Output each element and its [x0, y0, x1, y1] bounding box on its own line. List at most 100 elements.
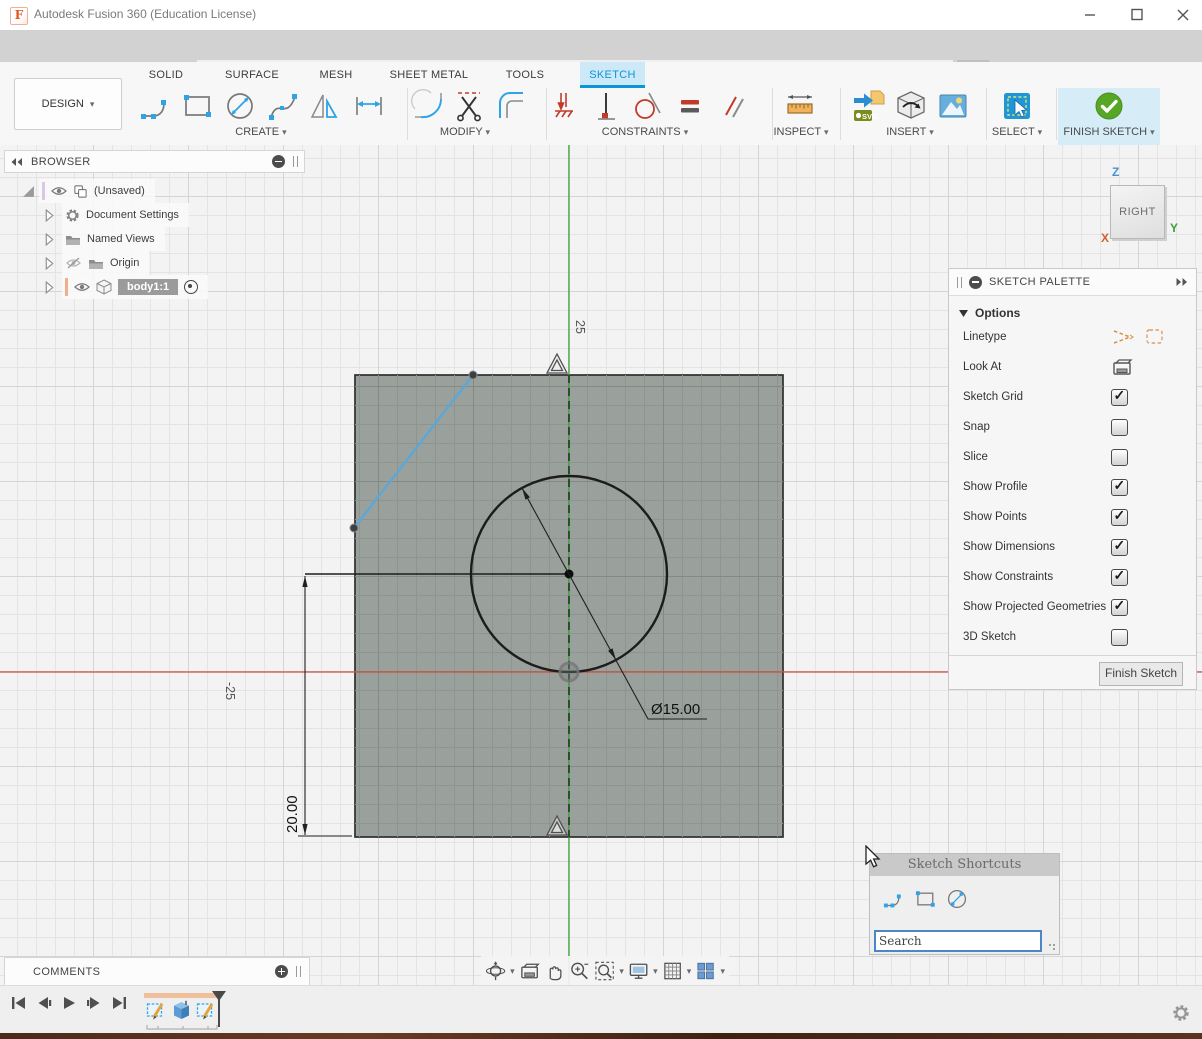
- visibility-eye-icon[interactable]: [74, 282, 90, 292]
- activate-component-icon[interactable]: [184, 280, 198, 294]
- grid-display-icon[interactable]: [662, 960, 683, 982]
- visibility-off-eye-icon[interactable]: [65, 257, 82, 269]
- add-comment-icon[interactable]: [275, 965, 288, 978]
- timeline-sketch-feature[interactable]: [146, 1000, 167, 1021]
- panel-drag-handle[interactable]: [296, 966, 301, 977]
- mirror-tool-icon[interactable]: [308, 89, 342, 123]
- step-back-button[interactable]: [35, 995, 53, 1011]
- visibility-eye-icon[interactable]: [51, 186, 67, 196]
- offset-tool-icon[interactable]: [494, 89, 528, 123]
- dimension-height-label[interactable]: 20.00: [284, 795, 301, 833]
- collapsed-node-icon[interactable]: [44, 281, 55, 294]
- tab-mesh[interactable]: MESH: [306, 62, 366, 88]
- midpoint-constraint-icon[interactable]: [589, 89, 623, 123]
- tangent-constraint-icon[interactable]: [631, 89, 665, 123]
- line-tool-icon[interactable]: [138, 89, 172, 123]
- sketch-grid-checkbox[interactable]: [1111, 389, 1128, 406]
- fillet-tool-icon[interactable]: [411, 89, 445, 123]
- browser-item-label[interactable]: Named Views: [87, 233, 155, 245]
- browser-item-label[interactable]: Origin: [110, 257, 139, 269]
- group-finish-sketch[interactable]: FINISH SKETCH ▾: [1054, 126, 1164, 142]
- timeline-position-marker[interactable]: [210, 989, 228, 1029]
- grid-caret-icon[interactable]: ▾: [687, 966, 692, 977]
- show-points-checkbox[interactable]: [1111, 509, 1128, 526]
- sketch-shortcuts-title[interactable]: Sketch Shortcuts: [870, 854, 1059, 876]
- timeline-settings-gear-icon[interactable]: [1172, 1004, 1190, 1022]
- measure-tool-icon[interactable]: [783, 89, 817, 123]
- look-at-icon[interactable]: [1111, 357, 1133, 377]
- rectangle-shortcut-icon[interactable]: [914, 888, 936, 910]
- group-create[interactable]: CREATE ▾: [211, 126, 311, 142]
- line-endpoint[interactable]: [350, 524, 358, 532]
- show-dimensions-checkbox[interactable]: [1111, 539, 1128, 556]
- comments-header[interactable]: COMMENTS: [4, 957, 310, 986]
- slice-checkbox[interactable]: [1111, 449, 1128, 466]
- browser-item-document-settings[interactable]: Document Settings: [4, 203, 305, 227]
- viewcube[interactable]: RIGHT Z Y X: [1090, 160, 1202, 260]
- rectangle-tool-icon[interactable]: [180, 89, 214, 123]
- browser-item-label[interactable]: Document Settings: [86, 209, 179, 221]
- collapsed-node-icon[interactable]: [44, 209, 55, 222]
- line-endpoint[interactable]: [469, 371, 477, 379]
- panel-drag-handle[interactable]: [293, 156, 298, 167]
- go-to-start-button[interactable]: [10, 995, 28, 1011]
- look-at-icon[interactable]: [519, 961, 540, 981]
- parallel-constraint-icon[interactable]: [717, 89, 751, 123]
- projection-linetype-icon[interactable]: [1143, 327, 1167, 347]
- browser-item-label[interactable]: (Unsaved): [94, 185, 145, 197]
- construction-linetype-icon[interactable]: [1111, 327, 1135, 347]
- spline-tool-icon[interactable]: [266, 89, 300, 123]
- insert-image-icon[interactable]: [936, 89, 970, 123]
- panel-resize-grip[interactable]: [1048, 943, 1056, 951]
- circle-shortcut-icon[interactable]: [946, 888, 968, 910]
- workspace-selector-button[interactable]: DESIGN▾: [14, 78, 122, 130]
- dimension-diameter-label[interactable]: Ø15.00: [651, 701, 700, 718]
- zoom-icon[interactable]: [569, 960, 590, 982]
- insert-decal-icon[interactable]: [894, 89, 928, 123]
- browser-item-root[interactable]: (Unsaved): [4, 179, 305, 203]
- browser-item-body[interactable]: body1:1: [4, 275, 305, 299]
- tab-sheet-metal[interactable]: SHEET METAL: [384, 62, 474, 88]
- viewports-icon[interactable]: [695, 960, 716, 982]
- play-button[interactable]: [60, 995, 78, 1011]
- collapsed-node-icon[interactable]: [44, 233, 55, 246]
- panel-minimize-icon[interactable]: [969, 276, 982, 289]
- browser-item-label-selected[interactable]: body1:1: [118, 279, 178, 295]
- pan-icon[interactable]: [544, 960, 565, 982]
- maximize-button[interactable]: [1122, 4, 1152, 26]
- tab-surface[interactable]: SURFACE: [217, 62, 287, 88]
- sketch-dimension-tool-icon[interactable]: [352, 89, 386, 123]
- finish-sketch-check-icon[interactable]: [1092, 89, 1126, 123]
- orbit-icon[interactable]: [485, 960, 506, 982]
- step-forward-button[interactable]: [85, 995, 103, 1011]
- collapse-panel-icon[interactable]: [11, 157, 23, 167]
- viewcube-face[interactable]: RIGHT: [1110, 185, 1165, 239]
- circle-tool-icon[interactable]: [223, 89, 257, 123]
- line-shortcut-icon[interactable]: [882, 888, 904, 910]
- finish-sketch-button[interactable]: Finish Sketch: [1099, 662, 1183, 686]
- viewports-caret-icon[interactable]: ▾: [721, 966, 726, 977]
- snap-checkbox[interactable]: [1111, 419, 1128, 436]
- 3d-sketch-checkbox[interactable]: [1111, 629, 1128, 646]
- minimize-button[interactable]: [1075, 4, 1105, 26]
- panel-minimize-icon[interactable]: [272, 155, 285, 168]
- group-insert[interactable]: INSERT ▾: [860, 126, 960, 142]
- orbit-caret-icon[interactable]: ▾: [510, 966, 515, 977]
- show-profile-checkbox[interactable]: [1111, 479, 1128, 496]
- sketch-palette-header[interactable]: SKETCH PALETTE: [949, 269, 1196, 296]
- fit-icon[interactable]: [594, 960, 615, 982]
- fit-caret-icon[interactable]: ▾: [619, 966, 624, 977]
- tab-solid[interactable]: SOLID: [136, 62, 196, 88]
- collapsed-node-icon[interactable]: [44, 257, 55, 270]
- show-projected-geometries-checkbox[interactable]: [1111, 599, 1128, 616]
- show-constraints-checkbox[interactable]: [1111, 569, 1128, 586]
- panel-drag-handle[interactable]: [957, 277, 962, 288]
- expanded-node-icon[interactable]: [22, 185, 35, 198]
- options-section-header[interactable]: Options: [959, 306, 1196, 320]
- group-select[interactable]: SELECT ▾: [967, 126, 1067, 142]
- group-constraints[interactable]: CONSTRAINTS ▾: [585, 126, 705, 142]
- group-modify[interactable]: MODIFY ▾: [415, 126, 515, 142]
- tangent-constraint-icon[interactable]: [560, 663, 578, 681]
- tab-sketch[interactable]: SKETCH: [580, 62, 645, 88]
- browser-item-origin[interactable]: Origin: [4, 251, 305, 275]
